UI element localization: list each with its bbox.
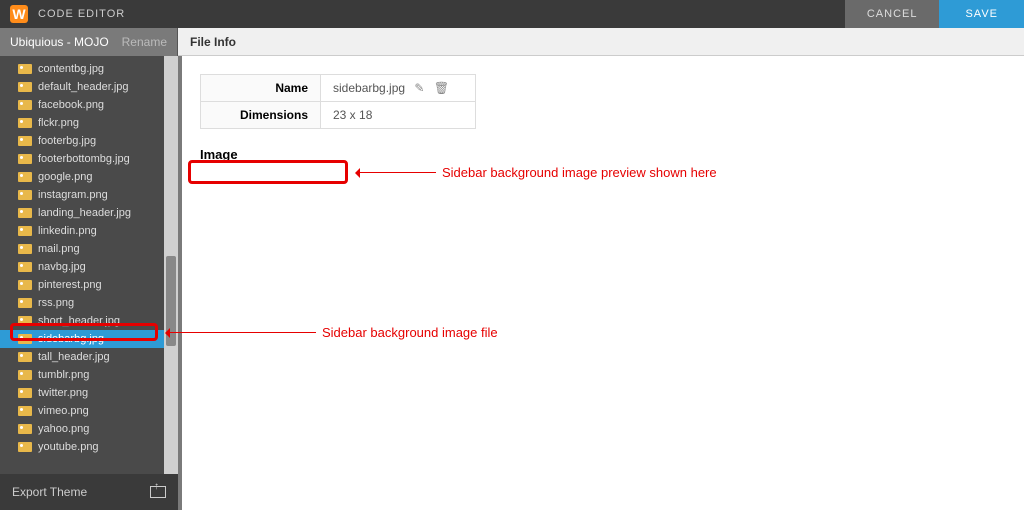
file-item[interactable]: youtube.png [0,438,178,456]
image-file-icon [18,406,32,416]
panel-title: File Info [178,28,1024,56]
dimensions-label: Dimensions [201,102,321,129]
image-file-icon [18,190,32,200]
file-item[interactable]: sidebarbg.jpg [0,330,178,348]
image-file-icon [18,208,32,218]
image-file-icon [18,226,32,236]
image-file-icon [18,154,32,164]
app-title: CODE EDITOR [38,8,125,20]
file-item[interactable]: flckr.png [0,114,178,132]
top-bar: W CODE EDITOR CANCEL SAVE [0,0,1024,28]
file-item[interactable]: mail.png [0,240,178,258]
file-item[interactable]: pinterest.png [0,276,178,294]
file-name: facebook.png [38,99,104,111]
sub-header: Ubiquious - MOJO Rename File Info [0,28,1024,56]
file-name: short_header.jpg [38,315,120,327]
image-file-icon [18,172,32,182]
file-name: twitter.png [38,387,88,399]
file-item[interactable]: google.png [0,168,178,186]
file-name: flckr.png [38,117,79,129]
file-name: linkedin.png [38,225,97,237]
export-label: Export Theme [12,485,87,499]
file-name: pinterest.png [38,279,102,291]
rename-link[interactable]: Rename [122,35,167,49]
scrollbar[interactable] [164,56,178,474]
trash-icon[interactable]: 🗑 [434,81,449,95]
file-item[interactable]: navbg.jpg [0,258,178,276]
file-name: vimeo.png [38,405,89,417]
file-item[interactable]: footerbg.jpg [0,132,178,150]
image-file-icon [18,316,32,326]
file-name: contentbg.jpg [38,63,104,75]
image-file-icon [18,442,32,452]
file-name: navbg.jpg [38,261,86,273]
annotation-arrow [356,172,436,173]
annotation-file-text: Sidebar background image file [322,325,498,340]
image-file-icon [18,280,32,290]
image-file-icon [18,262,32,272]
file-item[interactable]: default_header.jpg [0,78,178,96]
file-item[interactable]: tall_header.jpg [0,348,178,366]
file-name: footerbottombg.jpg [38,153,130,165]
image-file-icon [18,64,32,74]
file-list: contentbg.jpg default_header.jpg facebook.… [0,56,178,474]
image-file-icon [18,352,32,362]
image-file-icon [18,298,32,308]
file-item[interactable]: linkedin.png [0,222,178,240]
file-name: footerbg.jpg [38,135,96,147]
file-item[interactable]: landing_header.jpg [0,204,178,222]
save-button[interactable]: SAVE [939,0,1024,28]
file-name: yahoo.png [38,423,89,435]
export-theme-button[interactable]: Export Theme [0,474,178,510]
file-item[interactable]: footerbottombg.jpg [0,150,178,168]
file-name: google.png [38,171,92,183]
image-file-icon [18,424,32,434]
pencil-icon[interactable]: ✎ [414,81,424,95]
image-file-icon [18,136,32,146]
theme-name: Ubiquious - MOJO [10,35,109,49]
image-file-icon [18,370,32,380]
file-name: landing_header.jpg [38,207,131,219]
annotation-arrow [166,332,316,333]
weebly-logo: W [10,5,28,23]
file-name: default_header.jpg [38,81,129,93]
file-item[interactable]: rss.png [0,294,178,312]
file-name: sidebarbg.jpg [38,333,104,345]
image-section-label: Image [200,147,1006,162]
image-file-icon [18,100,32,110]
file-name: tumblr.png [38,369,89,381]
file-item[interactable]: facebook.png [0,96,178,114]
file-item[interactable]: contentbg.jpg [0,60,178,78]
file-item[interactable]: instagram.png [0,186,178,204]
file-item[interactable]: short_header.jpg [0,312,178,330]
image-file-icon [18,244,32,254]
dimensions-value: 23 x 18 [321,102,476,129]
file-name: tall_header.jpg [38,351,110,363]
file-name: instagram.png [38,189,108,201]
file-item[interactable]: vimeo.png [0,402,178,420]
file-name: rss.png [38,297,74,309]
file-item[interactable]: twitter.png [0,384,178,402]
export-icon [150,486,166,498]
image-file-icon [18,334,32,344]
file-item[interactable]: yahoo.png [0,420,178,438]
content-panel: Name sidebarbg.jpg ✎ 🗑 Dimensions 23 x 1… [178,56,1024,510]
cancel-button[interactable]: CANCEL [845,0,940,28]
file-name: youtube.png [38,441,99,453]
name-value: sidebarbg.jpg [333,81,405,95]
image-file-icon [18,118,32,128]
file-name: mail.png [38,243,80,255]
image-file-icon [18,82,32,92]
image-file-icon [18,388,32,398]
annotation-preview-text: Sidebar background image preview shown h… [442,165,717,180]
name-label: Name [201,75,321,102]
file-item[interactable]: tumblr.png [0,366,178,384]
sidebar: contentbg.jpg default_header.jpg facebook.… [0,56,178,510]
file-info-table: Name sidebarbg.jpg ✎ 🗑 Dimensions 23 x 1… [200,74,476,129]
